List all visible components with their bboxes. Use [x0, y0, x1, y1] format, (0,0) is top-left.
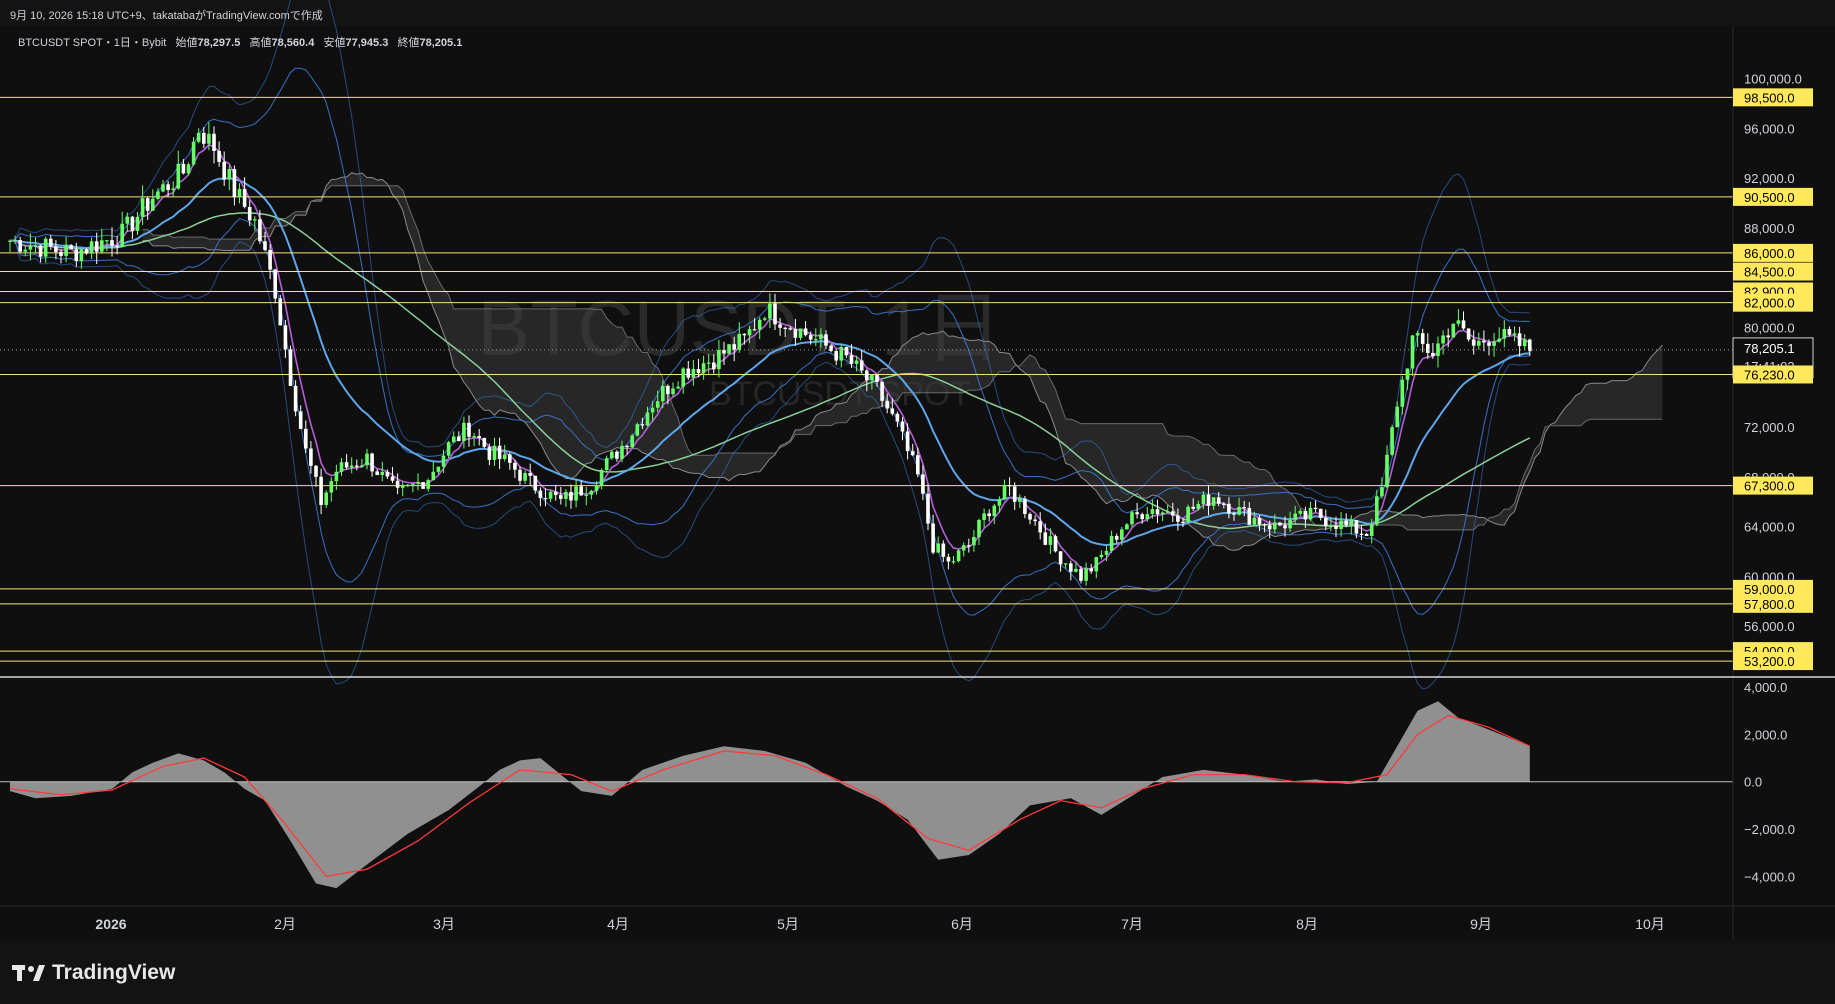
candle [421, 482, 425, 490]
price-tick-label: 80,000.0 [1744, 321, 1795, 336]
price-tick-label: 96,000.0 [1744, 121, 1795, 136]
level-badge-label: 57,800.0 [1744, 597, 1795, 612]
candle [278, 295, 283, 326]
candle [630, 433, 634, 448]
level-badge-label: 59,000.0 [1744, 582, 1795, 597]
time-tick-label: 8月 [1296, 916, 1318, 932]
time-tick-label: 3月 [433, 916, 455, 932]
time-tick-label: 4月 [607, 916, 629, 932]
footer-bar: TradingView [0, 940, 1835, 1004]
candle [1053, 534, 1058, 553]
time-tick-label: 6月 [951, 916, 973, 932]
legend-open-label: 始値 [175, 37, 198, 49]
candle [482, 437, 487, 449]
brand-name: TradingView [52, 961, 176, 984]
candle [956, 548, 961, 563]
level-badge-label: 76,230.0 [1744, 367, 1795, 382]
price-chart[interactable]: BTCUSDT, 1日 BTCUSDT SPOT 100,000.096,000… [0, 0, 1835, 940]
candle [1186, 504, 1190, 524]
macd-tick-label: 4,000.0 [1744, 680, 1787, 695]
legend-high: 78,560.4 [271, 37, 315, 49]
legend-high-label: 高値 [249, 37, 272, 49]
legend-close: 78,205.1 [419, 37, 463, 49]
candle [288, 345, 293, 387]
price-tick-label: 64,000.0 [1744, 520, 1795, 535]
level-badge-label: 84,500.0 [1744, 265, 1795, 280]
level-badge-label: 53,200.0 [1744, 654, 1795, 669]
price-tick-label: 92,000.0 [1744, 171, 1795, 186]
candle [635, 422, 640, 437]
macd-tick-label: 2,000.0 [1744, 727, 1787, 742]
last-price-label: 78,205.1 [1744, 341, 1795, 356]
tradingview-logo-icon [12, 965, 45, 981]
time-tick-label: 7月 [1121, 916, 1143, 932]
candle [727, 344, 731, 355]
macd-tick-label: −4,000.0 [1744, 869, 1795, 884]
level-badge-label: 82,000.0 [1744, 296, 1795, 311]
price-tick-label: 72,000.0 [1744, 420, 1795, 435]
time-tick-label: 2026 [95, 916, 126, 932]
ohlc-legend: BTCUSDT SPOT・1日・Bybit 始値78,297.5 高値78,56… [18, 34, 462, 50]
price-tick-label: 56,000.0 [1744, 619, 1795, 634]
legend-low-label: 安値 [323, 37, 346, 49]
price-tick-label: 88,000.0 [1744, 221, 1795, 236]
time-tick-label: 9月 [1470, 916, 1492, 932]
candle [273, 268, 277, 304]
time-tick-label: 5月 [777, 916, 799, 932]
legend-open: 78,297.5 [197, 37, 241, 49]
time-tick-label: 10月 [1635, 916, 1665, 932]
legend-close-label: 終値 [397, 37, 420, 49]
level-badge-label: 90,500.0 [1744, 190, 1795, 205]
time-tick-label: 2月 [274, 916, 296, 932]
legend-symbol: BTCUSDT SPOT・1日・Bybit [18, 37, 167, 49]
tradingview-brand[interactable]: TradingView [12, 961, 175, 985]
candle [1390, 424, 1394, 457]
legend-low: 77,945.3 [345, 37, 389, 49]
price-tick-label: 100,000.0 [1744, 72, 1802, 87]
candle [1451, 323, 1456, 338]
level-badge-label: 86,000.0 [1744, 246, 1795, 261]
macd-tick-label: −2,000.0 [1744, 822, 1795, 837]
level-badge-label: 98,500.0 [1744, 90, 1795, 105]
level-badge-label: 67,300.0 [1744, 479, 1795, 494]
macd-tick-label: 0.0 [1744, 775, 1762, 790]
